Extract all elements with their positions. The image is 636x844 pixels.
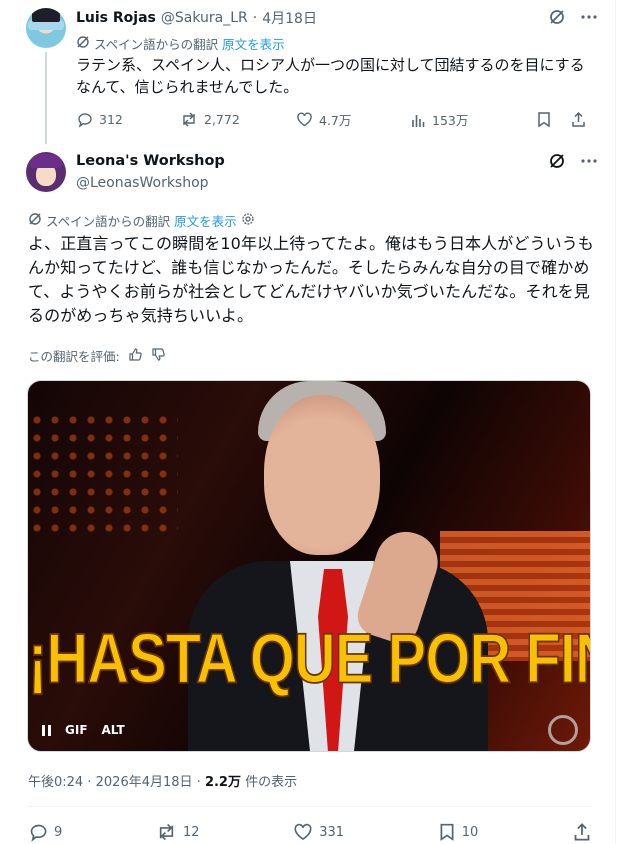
like-button[interactable]: 331 <box>293 822 344 842</box>
gif-badge: GIF <box>65 723 88 737</box>
analytics-icon <box>412 114 425 127</box>
retweet-button[interactable]: 12 <box>156 822 200 842</box>
bookmark-icon <box>440 823 454 841</box>
bookmark-icon[interactable] <box>536 111 552 128</box>
author-handle[interactable]: @LeonasWorkshop <box>76 175 209 191</box>
author-name[interactable]: Leona's Workshop <box>76 153 225 169</box>
thumbs-up-icon[interactable] <box>128 347 143 365</box>
reply-count: 312 <box>99 112 123 127</box>
translation-label: スペイン語からの翻訳 <box>94 37 219 52</box>
retweet-count: 2,772 <box>204 112 240 127</box>
share-button[interactable] <box>572 822 592 842</box>
view-count: 2.2万 <box>204 775 241 790</box>
show-original-link[interactable]: 原文を表示 <box>222 34 285 53</box>
like-count: 331 <box>319 824 345 840</box>
thumbs-down-icon[interactable] <box>151 347 166 365</box>
tweet-time[interactable]: 午後0:24 <box>28 775 83 790</box>
rate-translation: この翻訳を評価: <box>28 346 166 365</box>
retweet-count: 12 <box>182 824 200 840</box>
avatar[interactable] <box>26 8 66 48</box>
avatar[interactable] <box>26 152 66 192</box>
channel-logo <box>548 715 578 745</box>
reply-button[interactable]: 312 <box>76 111 180 128</box>
divider <box>28 806 592 807</box>
retweet-icon <box>159 823 174 841</box>
grok-icon[interactable] <box>548 8 566 30</box>
like-count: 4.7万 <box>319 113 352 128</box>
reply-icon <box>78 113 92 128</box>
separator-dot: · <box>252 10 258 26</box>
rate-label: この翻訳を評価: <box>28 349 120 364</box>
translate-icon <box>76 35 90 52</box>
tweet-date[interactable]: 2026年4月18日 <box>96 775 193 790</box>
timeline-column: Luis Rojas @Sakura_LR · 4月18日 スペイン語からの翻訳… <box>0 0 616 844</box>
like-button[interactable]: 4.7万 <box>296 110 410 129</box>
retweet-icon <box>183 112 195 127</box>
main-top-actions <box>548 152 598 174</box>
tweet-date[interactable]: 4月18日 <box>262 8 317 28</box>
bookmark-count: 10 <box>461 824 479 840</box>
more-options-icon[interactable] <box>580 152 598 174</box>
share-icon <box>574 823 590 841</box>
view-count: 153万 <box>432 113 469 128</box>
share-icon[interactable] <box>570 111 587 128</box>
pause-icon[interactable] <box>42 724 51 736</box>
thread-line <box>45 52 47 144</box>
views-label: 件の表示 <box>245 775 298 790</box>
author-name[interactable]: Luis Rojas <box>76 10 156 26</box>
retweet-button[interactable]: 2,772 <box>180 111 296 128</box>
gif-caption: ¡HASTA QUE POR FIN! <box>28 618 591 699</box>
heart-icon <box>297 112 312 127</box>
parent-tweet-header: Luis Rojas @Sakura_LR · 4月18日 <box>76 8 317 28</box>
translation-notice: スペイン語からの翻訳 原文を表示 <box>76 34 285 53</box>
heart-icon <box>294 823 312 841</box>
show-original-link[interactable]: 原文を表示 <box>174 211 237 230</box>
tweet-meta: 午後0:24 · 2026年4月18日 · 2.2万 件の表示 <box>28 775 298 790</box>
parent-top-actions <box>548 8 598 30</box>
alt-badge[interactable]: ALT <box>102 723 125 737</box>
translation-label: スペイン語からの翻訳 <box>46 214 171 229</box>
more-options-icon[interactable] <box>580 8 598 30</box>
parent-action-bar: 312 2,772 4.7万 153万 <box>76 110 592 129</box>
translate-icon <box>28 212 42 229</box>
parent-share-group <box>536 111 587 128</box>
grok-icon[interactable] <box>548 152 566 174</box>
tweet-text: ラテン系、スペイン人、ロシア人が一つの国に対して団結するのを目にするなんて、信じ… <box>76 56 585 96</box>
translation-notice: スペイン語からの翻訳 原文を表示 <box>28 211 255 230</box>
reply-button[interactable]: 9 <box>28 822 62 842</box>
views-button[interactable]: 153万 <box>410 110 536 129</box>
author-handle[interactable]: @Sakura_LR <box>161 10 248 26</box>
translation-settings-icon[interactable] <box>241 212 255 229</box>
gif-media[interactable]: ¡HASTA QUE POR FIN! GIF ALT <box>27 380 591 752</box>
reply-icon <box>30 824 47 842</box>
tweet-text: よ、正直言ってこの瞬間を10年以上待ってたよ。俺はもう日本人がどういうもんか知っ… <box>28 234 594 325</box>
bookmark-button[interactable]: 10 <box>438 822 479 842</box>
reply-count: 9 <box>54 824 63 840</box>
main-action-bar: 9 12 331 10 <box>28 822 592 842</box>
gif-controls: GIF ALT <box>42 723 125 737</box>
